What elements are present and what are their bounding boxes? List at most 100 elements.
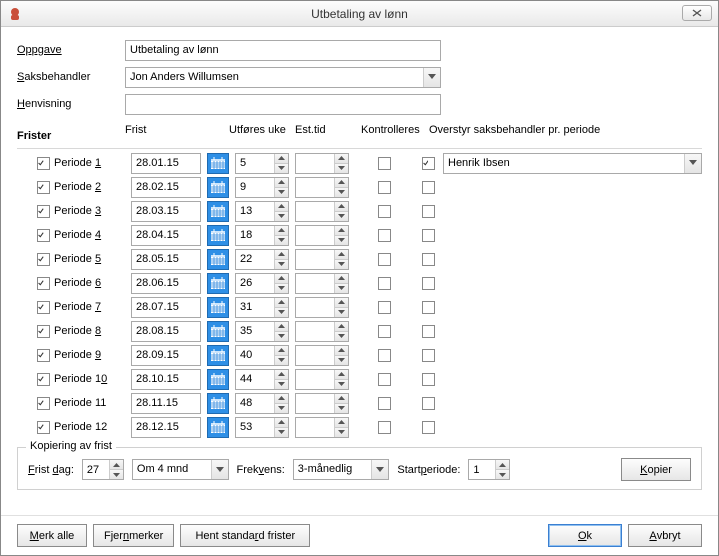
overstyr-checkbox[interactable]: [422, 157, 435, 170]
est-spin[interactable]: [295, 225, 349, 246]
frist-date-input[interactable]: [131, 153, 201, 174]
henvisning-input[interactable]: [125, 94, 441, 115]
periode-checkbox[interactable]: [37, 397, 50, 410]
calendar-icon[interactable]: [207, 153, 229, 174]
chevron-down-icon[interactable]: [211, 460, 228, 479]
overstyr-checkbox[interactable]: [422, 181, 435, 194]
spin-buttons[interactable]: [274, 226, 288, 245]
kontrolleres-checkbox[interactable]: [378, 301, 391, 314]
frist-date-input[interactable]: [131, 297, 201, 318]
uke-spin[interactable]: [235, 369, 289, 390]
spin-buttons[interactable]: [274, 202, 288, 221]
overstyr-checkbox[interactable]: [422, 301, 435, 314]
spin-buttons[interactable]: [334, 346, 348, 365]
uke-spin[interactable]: [235, 201, 289, 222]
fjern-merker-button[interactable]: Fjern merker: [93, 524, 174, 547]
spin-buttons[interactable]: [334, 274, 348, 293]
spin-buttons[interactable]: [334, 298, 348, 317]
calendar-icon[interactable]: [207, 201, 229, 222]
est-spin[interactable]: [295, 273, 349, 294]
merk-alle-button[interactable]: Merk alle: [17, 524, 87, 547]
spin-buttons[interactable]: [274, 322, 288, 341]
spin-buttons[interactable]: [274, 298, 288, 317]
chevron-down-icon[interactable]: [684, 154, 701, 173]
uke-spin[interactable]: [235, 297, 289, 318]
kontrolleres-checkbox[interactable]: [378, 181, 391, 194]
chevron-down-icon[interactable]: [371, 460, 388, 479]
frist-date-input[interactable]: [131, 417, 201, 438]
spin-buttons[interactable]: [334, 202, 348, 221]
kontrolleres-checkbox[interactable]: [378, 229, 391, 242]
est-spin[interactable]: [295, 201, 349, 222]
uke-spin[interactable]: [235, 249, 289, 270]
overstyr-combo[interactable]: Henrik Ibsen: [443, 153, 702, 174]
kontrolleres-checkbox[interactable]: [378, 205, 391, 218]
uke-spin[interactable]: [235, 177, 289, 198]
ok-button[interactable]: Ok: [548, 524, 622, 547]
periode-checkbox[interactable]: [37, 373, 50, 386]
uke-spin[interactable]: [235, 321, 289, 342]
close-button[interactable]: [682, 5, 712, 21]
frist-date-input[interactable]: [131, 345, 201, 366]
spin-buttons[interactable]: [274, 370, 288, 389]
kontrolleres-checkbox[interactable]: [378, 325, 391, 338]
calendar-icon[interactable]: [207, 369, 229, 390]
periode-checkbox[interactable]: [37, 181, 50, 194]
spin-buttons[interactable]: [334, 394, 348, 413]
chevron-down-icon[interactable]: [423, 68, 440, 87]
uke-spin[interactable]: [235, 393, 289, 414]
uke-spin[interactable]: [235, 153, 289, 174]
spin-buttons[interactable]: [274, 394, 288, 413]
overstyr-checkbox[interactable]: [422, 325, 435, 338]
uke-spin[interactable]: [235, 345, 289, 366]
spin-buttons[interactable]: [274, 274, 288, 293]
est-spin[interactable]: [295, 297, 349, 318]
spin-buttons[interactable]: [334, 370, 348, 389]
spin-buttons[interactable]: [334, 418, 348, 437]
spin-buttons[interactable]: [334, 250, 348, 269]
periode-checkbox[interactable]: [37, 301, 50, 314]
periode-checkbox[interactable]: [37, 229, 50, 242]
est-spin[interactable]: [295, 393, 349, 414]
overstyr-checkbox[interactable]: [422, 349, 435, 362]
est-spin[interactable]: [295, 321, 349, 342]
periode-checkbox[interactable]: [37, 325, 50, 338]
overstyr-checkbox[interactable]: [422, 205, 435, 218]
kontrolleres-checkbox[interactable]: [378, 349, 391, 362]
est-spin[interactable]: [295, 249, 349, 270]
kontrolleres-checkbox[interactable]: [378, 157, 391, 170]
saksbehandler-combo[interactable]: Jon Anders Willumsen: [125, 67, 441, 88]
oppgave-input[interactable]: [125, 40, 441, 61]
periode-combo[interactable]: Om 4 mnd: [132, 459, 229, 480]
calendar-icon[interactable]: [207, 297, 229, 318]
calendar-icon[interactable]: [207, 249, 229, 270]
spin-buttons[interactable]: [274, 154, 288, 173]
frekvens-combo[interactable]: 3-månedlig: [293, 459, 390, 480]
kontrolleres-checkbox[interactable]: [378, 277, 391, 290]
hent-standard-button[interactable]: Hent standard frister: [180, 524, 310, 547]
calendar-icon[interactable]: [207, 321, 229, 342]
uke-spin[interactable]: [235, 273, 289, 294]
frist-dag-spin[interactable]: [82, 459, 124, 480]
overstyr-checkbox[interactable]: [422, 277, 435, 290]
frist-date-input[interactable]: [131, 201, 201, 222]
spin-buttons[interactable]: [334, 154, 348, 173]
periode-checkbox[interactable]: [37, 277, 50, 290]
spin-buttons[interactable]: [274, 418, 288, 437]
kontrolleres-checkbox[interactable]: [378, 253, 391, 266]
periode-checkbox[interactable]: [37, 157, 50, 170]
kontrolleres-checkbox[interactable]: [378, 397, 391, 410]
est-spin[interactable]: [295, 369, 349, 390]
kopier-button[interactable]: Kopier: [621, 458, 691, 481]
frist-date-input[interactable]: [131, 225, 201, 246]
overstyr-checkbox[interactable]: [422, 253, 435, 266]
est-spin[interactable]: [295, 345, 349, 366]
frist-date-input[interactable]: [131, 273, 201, 294]
frist-date-input[interactable]: [131, 321, 201, 342]
overstyr-checkbox[interactable]: [422, 373, 435, 386]
spin-buttons[interactable]: [274, 346, 288, 365]
periode-checkbox[interactable]: [37, 349, 50, 362]
est-spin[interactable]: [295, 153, 349, 174]
overstyr-checkbox[interactable]: [422, 397, 435, 410]
spin-buttons[interactable]: [334, 226, 348, 245]
